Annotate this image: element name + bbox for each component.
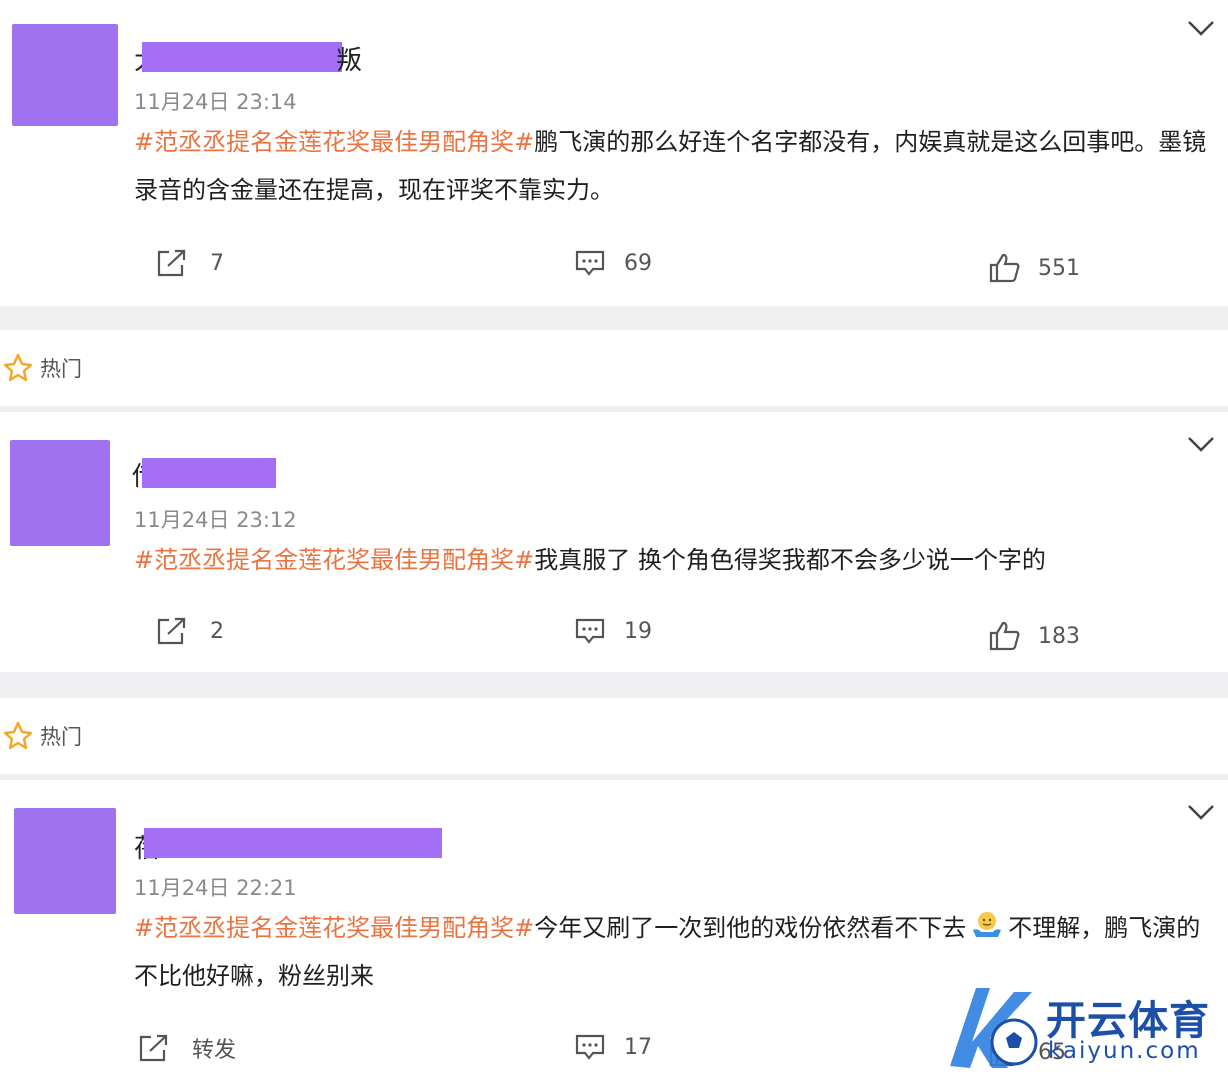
username-redacted[interactable] <box>142 42 342 72</box>
like-count: 183 <box>1038 623 1080 649</box>
post-actions: 7 69 551 <box>0 248 1228 288</box>
logo-text-en: kaiyun.com <box>1048 1038 1201 1064</box>
comment-count: 17 <box>624 1034 652 1060</box>
post-text: #范丞丞提名金莲花奖最佳男配角奖#鹏飞演的那么好连个名字都没有，内娱真就是这么回… <box>134 118 1214 214</box>
post-text: #范丞丞提名金莲花奖最佳男配角奖#我真服了 换个角色得奖我都不会多少说一个字的 <box>134 536 1214 584</box>
repost-count: 7 <box>210 250 224 276</box>
like-button[interactable]: 183 <box>988 620 1080 652</box>
like-button[interactable]: 551 <box>988 252 1080 284</box>
thumbs-up-icon <box>989 621 1020 651</box>
shrug-emoji-icon <box>973 912 1002 937</box>
chevron-down-icon[interactable] <box>1186 18 1216 38</box>
hot-section-header: 热门 <box>0 698 1228 774</box>
comment-count: 19 <box>624 618 652 644</box>
post-card-2: 传 11月24日 23:12 #范丞丞提名金莲花奖最佳男配角奖#我真服了 换个角… <box>0 412 1228 672</box>
repost-count: 2 <box>210 618 224 644</box>
star-icon <box>3 721 33 750</box>
logo-k-ball-icon <box>950 988 1038 1068</box>
comment-icon <box>575 1034 605 1060</box>
hashtag-link[interactable]: #范丞丞提名金莲花奖最佳男配角奖# <box>134 546 534 574</box>
post-body: 我真服了 换个角色得奖我都不会多少说一个字的 <box>534 546 1046 574</box>
chevron-down-icon[interactable] <box>1186 434 1216 454</box>
thumbs-up-icon <box>989 253 1020 283</box>
post-time: 11月24日 23:14 <box>134 90 297 114</box>
comment-button[interactable]: 69 <box>574 248 652 278</box>
username-redacted[interactable] <box>144 828 442 858</box>
repost-icon <box>157 617 186 645</box>
comment-button[interactable]: 19 <box>574 616 652 646</box>
username-redacted[interactable] <box>142 458 276 488</box>
username-tail[interactable]: 叛 <box>336 40 362 77</box>
like-count: 551 <box>1038 255 1080 281</box>
hot-section-header: 热门 <box>0 330 1228 406</box>
comment-icon <box>575 250 605 276</box>
comment-count: 69 <box>624 250 652 276</box>
repost-label: 转发 <box>192 1038 237 1063</box>
hashtag-link[interactable]: #范丞丞提名金莲花奖最佳男配角奖# <box>134 128 534 156</box>
avatar[interactable] <box>12 24 118 126</box>
repost-button[interactable]: 7 <box>156 248 224 278</box>
post-time: 11月24日 23:12 <box>134 508 297 532</box>
star-icon <box>3 353 33 382</box>
comment-button[interactable]: 17 <box>574 1032 652 1062</box>
avatar[interactable] <box>14 808 116 914</box>
avatar[interactable] <box>10 440 110 546</box>
chevron-down-icon[interactable] <box>1186 802 1216 822</box>
post-actions: 2 19 183 <box>0 616 1228 656</box>
post-time: 11月24日 22:21 <box>134 876 297 900</box>
repost-icon <box>157 249 186 277</box>
repost-button[interactable]: 转发 <box>138 1032 236 1064</box>
kaiyun-watermark-logo: 开云体育 kaiyun.com <box>940 976 1220 1080</box>
hashtag-link[interactable]: #范丞丞提名金莲花奖最佳男配角奖# <box>134 914 534 942</box>
comment-icon <box>575 618 605 644</box>
repost-icon <box>139 1034 168 1062</box>
hot-label: 热门 <box>40 357 82 381</box>
post-card-1: 大 叛 11月24日 23:14 #范丞丞提名金莲花奖最佳男配角奖#鹏飞演的那么… <box>0 0 1228 306</box>
post-body-part1: 今年又刷了一次到他的戏份依然看不下去 <box>534 914 967 942</box>
repost-button[interactable]: 2 <box>156 616 224 646</box>
hot-label: 热门 <box>40 725 82 749</box>
